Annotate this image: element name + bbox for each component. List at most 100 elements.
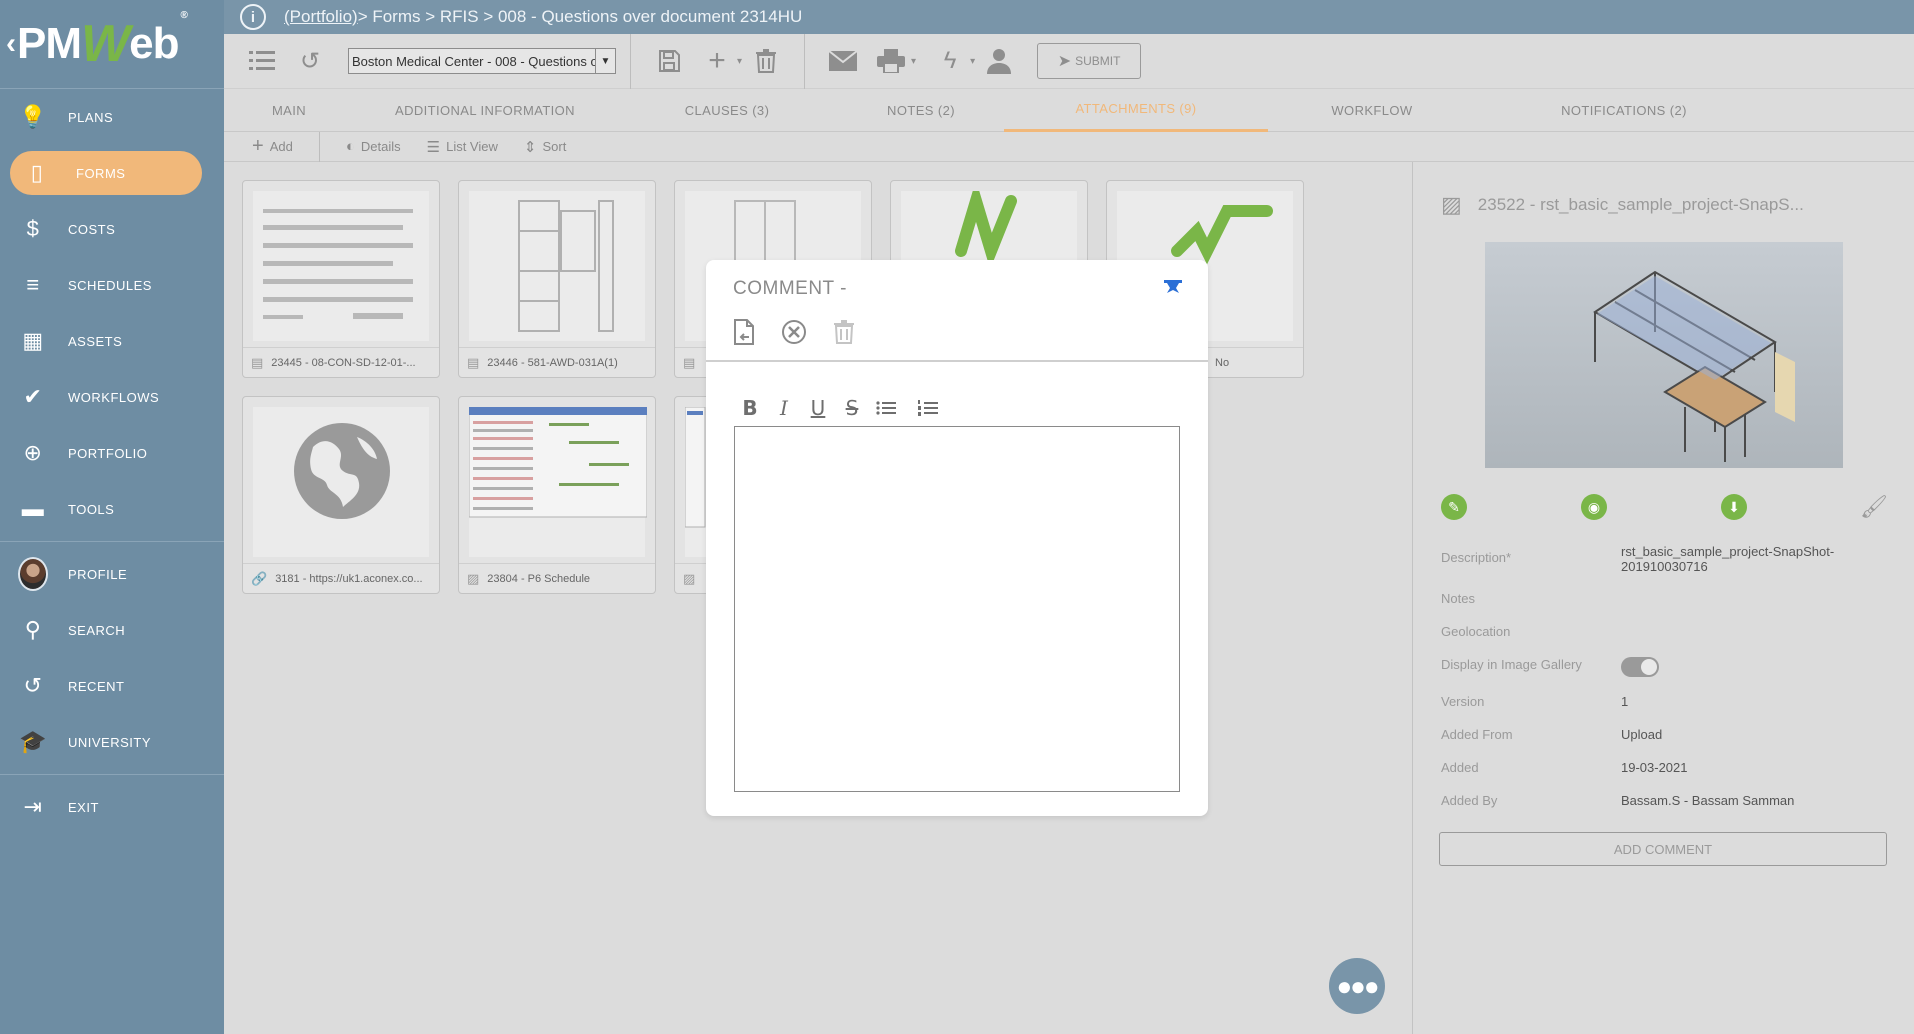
sort-icon: ⇕ [523,138,537,156]
image-icon: ▨ [683,570,696,586]
view-eye-icon[interactable]: ◉ [1581,494,1607,520]
sidebar-item-portfolio[interactable]: ⊕ PORTFOLIO [0,425,224,481]
toolbar: ↺ Boston Medical Center - 008 - Question… [224,33,1914,89]
tab-attachments[interactable]: ATTACHMENTS (9) [1004,89,1268,132]
sidebar-item-university[interactable]: 🎓 UNIVERSITY [0,714,224,770]
save-icon[interactable] [651,43,687,79]
globe-thumbnail [253,407,429,557]
add-attachment-button[interactable]: + Add [252,135,293,158]
list-icon[interactable] [244,43,280,79]
avatar-icon [18,557,48,591]
attachment-card[interactable]: ▨ 23804 - P6 Schedule [458,396,656,594]
comment-editor[interactable] [734,426,1180,792]
drawing-thumbnail [253,191,429,341]
add-icon[interactable]: + [699,43,735,79]
bold-icon[interactable]: B [738,396,762,420]
attachment-card[interactable]: ▤ 23446 - 581-AWD-031A(1) [458,180,656,378]
numbered-list-icon[interactable] [916,396,940,420]
briefcase-icon: ▬ [21,496,45,521]
pdf-icon: ▤ [683,354,696,370]
dollar-icon: $ [26,216,40,241]
gallery-toggle[interactable] [1621,657,1659,677]
markup-brush-icon[interactable]: 🖌 [1860,494,1888,520]
avatar [18,557,48,591]
sidebar: ‹ PM Web ® 💡 PLANS ▯ FORMS $ COSTS ≡ SCHEDULES ▦ AS… [0,0,224,1034]
sidebar-item-tools[interactable]: ▬ TOOLS [0,481,224,537]
history-icon[interactable]: ↺ [292,43,328,79]
list-view-button[interactable]: ☰ List View [427,138,498,156]
email-icon[interactable] [825,43,861,79]
details-toggle[interactable]: ◐ Details [346,138,401,155]
breadcrumb-portfolio-link[interactable]: (Portfolio) [284,7,358,27]
tab-bar: MAIN ADDITIONAL INFORMATION CLAUSES (3) … [224,89,1914,132]
add-dropdown-icon[interactable]: ▾ [737,56,742,67]
italic-icon[interactable]: I [772,396,796,420]
more-options-button[interactable]: ●●● [1329,958,1385,1014]
info-icon[interactable]: i [240,4,266,30]
toolbar-divider [630,33,631,89]
attachment-caption: ▤ 23446 - 581-AWD-031A(1) [459,347,655,377]
image-icon: ▨ [467,570,480,586]
tab-workflow[interactable]: WORKFLOW [1268,89,1476,132]
cancel-icon[interactable] [780,318,808,346]
attachment-card[interactable]: 🔗 3181 - https://uk1.aconex.co... [242,396,440,594]
sidebar-item-assets[interactable]: ▦ ASSETS [0,313,224,369]
link-icon: 🔗 [251,570,268,586]
prop-notes: Notes [1441,591,1475,606]
sidebar-item-label: COSTS [68,221,116,237]
chevron-down-icon: ▼ [595,49,615,73]
user-icon[interactable] [981,43,1017,79]
pin-icon[interactable] [1164,280,1182,296]
save-comment-icon[interactable] [730,318,758,346]
delete-icon[interactable] [830,318,858,346]
prop-added-by: Added By Bassam.S - Bassam Samman [1441,793,1795,808]
sort-button[interactable]: ⇕ Sort [524,138,566,156]
print-dropdown-icon[interactable]: ▾ [911,56,916,67]
submit-button[interactable]: ➤ SUBMIT [1037,43,1142,79]
tab-additional-information[interactable]: ADDITIONAL INFORMATION [354,89,616,132]
bullet-list-icon[interactable] [874,396,898,420]
lightbulb-icon: 💡 [19,104,47,129]
sidebar-item-label: SCHEDULES [68,277,152,293]
breadcrumb-path: > Forms > RFIS > 008 - Questions over do… [357,7,803,26]
strikethrough-icon[interactable]: S [840,396,864,420]
tab-notes[interactable]: NOTES (2) [838,89,1004,132]
attachment-card[interactable]: ▤ 23445 - 08-CON-SD-12-01-... [242,180,440,378]
prop-display-in-gallery: Display in Image Gallery [1441,657,1891,677]
lightning-dropdown-icon[interactable]: ▾ [970,56,975,67]
download-icon[interactable]: ⬇ [1721,494,1747,520]
attachment-preview-image[interactable] [1485,242,1843,468]
sidebar-item-plans[interactable]: 💡 PLANS [0,89,224,145]
sidebar-item-profile[interactable]: PROFILE [0,546,224,602]
tab-main[interactable]: MAIN [224,89,354,132]
dialog-title: COMMENT - [733,278,847,299]
prop-added: Added 19-03-2021 [1441,760,1688,775]
edit-icon[interactable]: ✎ [1441,494,1467,520]
sidebar-item-forms[interactable]: ▯ FORMS [10,151,202,195]
globe-icon: ⊕ [23,440,43,465]
lightning-icon[interactable]: ϟ [932,43,968,79]
pmweb-logo[interactable]: ‹ PM Web ® [0,0,224,88]
rich-text-toolbar: B I U S [738,396,950,420]
sidebar-item-exit[interactable]: ⇥ EXIT [0,779,224,835]
gantt-thumbnail [468,406,648,557]
print-icon[interactable] [873,43,909,79]
tab-notifications[interactable]: NOTIFICATIONS (2) [1476,89,1772,132]
sidebar-item-schedules[interactable]: ≡ SCHEDULES [0,257,224,313]
tab-clauses[interactable]: CLAUSES (3) [616,89,838,132]
sidebar-item-workflows[interactable]: ✔ WORKFLOWS [0,369,224,425]
sidebar-item-costs[interactable]: $ COSTS [0,201,224,257]
list-view-icon: ☰ [426,138,441,156]
project-select[interactable]: Boston Medical Center - 008 - Questions … [348,48,616,74]
sidebar-item-label: EXIT [68,799,99,815]
prop-geolocation: Geolocation [1441,624,1511,639]
prop-version: Version 1 [1441,694,1629,709]
add-comment-button[interactable]: ADD COMMENT [1439,832,1887,866]
trash-icon[interactable] [748,43,784,79]
sidebar-item-search[interactable]: ⚲ SEARCH [0,602,224,658]
sidebar-item-recent[interactable]: ↺ RECENT [0,658,224,714]
sidebar-item-label: PROFILE [68,566,128,582]
prop-description: Description* rst_basic_sample_project-Sn… [1441,544,1835,574]
underline-icon[interactable]: U [806,396,830,420]
dialog-actions [730,318,880,346]
